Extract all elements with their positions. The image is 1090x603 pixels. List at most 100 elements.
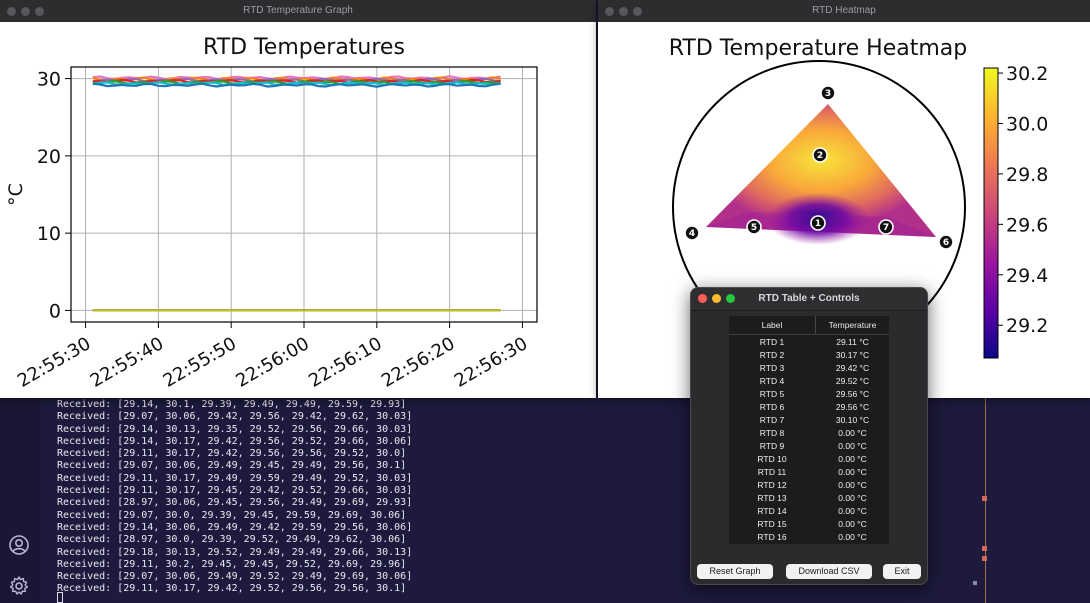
rtd-label-cell: RTD 16 (757, 532, 787, 542)
reset-graph-button[interactable]: Reset Graph (697, 564, 773, 579)
terminal-output: Received: [29.14, 30.1, 29.39, 29.49, 29… (57, 399, 412, 596)
colorbar-tick-label: 29.2 (1006, 315, 1048, 337)
terminal-line: Received: [29.11, 30.17, 29.45, 29.42, 2… (57, 485, 413, 497)
terminal-line: Received: [29.07, 30.06, 29.49, 29.52, 2… (57, 571, 413, 583)
terminal-line: Received: [29.07, 30.06, 29.42, 29.56, 2… (57, 411, 413, 423)
close-button[interactable] (698, 294, 707, 303)
rtd-table[interactable]: Label Temperature RTD 1 29.11 °C RTD 2 30.1… (729, 316, 889, 544)
rtd-label-cell: RTD 11 (757, 467, 787, 477)
heatmap-window-title: RTD Heatmap (812, 5, 876, 16)
table-row[interactable]: RTD 15 0.00 °C (729, 518, 889, 531)
heatmap-window-titlebar[interactable]: RTD Heatmap (598, 0, 1090, 22)
sensor-label: 6 (943, 238, 949, 248)
terminal-line: Received: [29.11, 30.2, 29.45, 29.45, 29… (57, 558, 407, 570)
x-tick-label: 22:55:50 (160, 333, 241, 392)
table-row[interactable]: RTD 1 29.11 °C (729, 336, 889, 349)
terminal-line: Received: [29.11, 30.17, 29.49, 29.59, 2… (57, 472, 413, 484)
table-row[interactable]: RTD 11 0.00 °C (729, 466, 889, 479)
graph-window-title: RTD Temperature Graph (243, 5, 353, 16)
minimize-button[interactable] (21, 7, 30, 16)
terminal-line: Received: [29.07, 30.0, 29.39, 29.45, 29… (57, 509, 407, 521)
y-tick-label: 30 (37, 69, 61, 91)
zoom-button[interactable] (633, 7, 642, 16)
table-row[interactable]: RTD 3 29.42 °C (729, 362, 889, 375)
x-tick-label: 22:55:30 (14, 333, 95, 392)
rtd-label-cell: RTD 3 (759, 363, 785, 373)
close-button[interactable] (605, 7, 614, 16)
terminal-line: Received: [29.18, 30.13, 29.52, 29.49, 2… (57, 546, 413, 558)
terminal-line: Received: [28.97, 30.06, 29.45, 29.56, 2… (57, 497, 413, 509)
terminal-line: Received: [29.07, 30.06, 29.49, 29.45, 2… (57, 460, 407, 472)
table-row[interactable]: RTD 8 0.00 °C (729, 427, 889, 440)
column-header-label[interactable]: Label (729, 316, 815, 334)
table-row[interactable]: RTD 10 0.00 °C (729, 453, 889, 466)
graph-window-titlebar[interactable]: RTD Temperature Graph (0, 0, 596, 22)
table-row[interactable]: RTD 5 29.56 °C (729, 388, 889, 401)
table-row[interactable]: RTD 4 29.52 °C (729, 375, 889, 388)
settings-gear-icon[interactable] (8, 575, 30, 597)
y-tick-label: 10 (37, 223, 61, 245)
rtd-temperature-cell: 29.56 °C (835, 389, 870, 399)
colorbar-tick-label: 29.4 (1006, 265, 1048, 287)
rtd-temperature-cell: 0.00 °C (838, 441, 867, 451)
table-row[interactable]: RTD 2 30.17 °C (729, 349, 889, 362)
rtd-label-cell: RTD 1 (759, 337, 785, 347)
table-row[interactable]: RTD 6 29.56 °C (729, 401, 889, 414)
rtd-temperature-cell: 0.00 °C (838, 428, 867, 438)
zoom-button[interactable] (35, 7, 44, 16)
table-row[interactable]: RTD 16 0.00 °C (729, 531, 889, 544)
scroll-marker (982, 496, 987, 501)
table-window-title: RTD Table + Controls (758, 293, 860, 304)
exit-button[interactable]: Exit (883, 564, 921, 579)
rtd-temperature-cell: 29.42 °C (835, 363, 870, 373)
x-tick-label: 22:56:20 (378, 333, 459, 392)
scroll-marker (973, 581, 977, 585)
sensor-label: 4 (689, 229, 695, 239)
colorbar-tick-label: 29.6 (1006, 214, 1048, 236)
sensor-label: 2 (817, 151, 823, 161)
y-tick-label: 0 (49, 300, 61, 322)
rtd-label-cell: RTD 13 (757, 493, 787, 503)
line-chart: RTD Temperatures 0 10 20 30 °C 22:55:3022:55:4… (5, 35, 538, 392)
close-button[interactable] (7, 7, 16, 16)
sensor-label: 1 (815, 219, 821, 229)
table-row[interactable]: RTD 13 0.00 °C (729, 492, 889, 505)
y-axis-label: °C (5, 183, 27, 206)
table-controls-window[interactable]: RTD Table + Controls Label Temperature R… (690, 287, 928, 585)
colorbar (983, 67, 999, 359)
rtd-label-cell: RTD 14 (757, 506, 787, 516)
minimize-button[interactable] (712, 294, 721, 303)
table-row[interactable]: RTD 12 0.00 °C (729, 479, 889, 492)
terminal-line: Received: [29.14, 30.13, 29.35, 29.52, 2… (57, 423, 413, 435)
heatmap-title: RTD Temperature Heatmap (669, 36, 967, 61)
zoom-button[interactable] (726, 294, 735, 303)
colorbar-tick-label: 30.2 (1006, 63, 1048, 85)
rtd-temperature-cell: 0.00 °C (838, 467, 867, 477)
rtd-temperature-cell: 0.00 °C (838, 532, 867, 542)
table-row[interactable]: RTD 7 30.10 °C (729, 414, 889, 427)
table-row[interactable]: RTD 14 0.00 °C (729, 505, 889, 518)
rtd-temperature-cell: 29.52 °C (835, 376, 870, 386)
rtd-temperature-cell: 30.17 °C (835, 350, 870, 360)
rtd-temperature-cell: 30.10 °C (835, 415, 870, 425)
colorbar-tick-label: 29.8 (1006, 164, 1048, 186)
minimize-button[interactable] (619, 7, 628, 16)
rtd-temperature-cell: 0.00 °C (838, 519, 867, 529)
terminal-line: Received: [29.11, 30.17, 29.42, 29.52, 2… (57, 583, 407, 595)
terminal-line: Received: [29.14, 30.06, 29.49, 29.42, 2… (57, 521, 413, 533)
scroll-marker (982, 556, 987, 561)
table-window-titlebar[interactable]: RTD Table + Controls (691, 288, 927, 311)
account-icon[interactable] (8, 534, 30, 556)
series-line (92, 82, 501, 88)
graph-window[interactable]: RTD Temperature Graph RTD Temperatures 0 1… (0, 0, 596, 398)
x-tick-label: 22:56:30 (451, 333, 532, 392)
rtd-label-cell: RTD 5 (759, 389, 785, 399)
terminal-cursor (57, 592, 63, 603)
column-header-temperature[interactable]: Temperature (816, 316, 889, 334)
x-tick-label: 22:56:10 (305, 333, 386, 392)
rtd-temperature-cell: 0.00 °C (838, 493, 867, 503)
sensor-label: 7 (883, 223, 889, 233)
download-csv-button[interactable]: Download CSV (786, 564, 872, 579)
table-row[interactable]: RTD 9 0.00 °C (729, 440, 889, 453)
rtd-label-cell: RTD 10 (757, 454, 787, 464)
